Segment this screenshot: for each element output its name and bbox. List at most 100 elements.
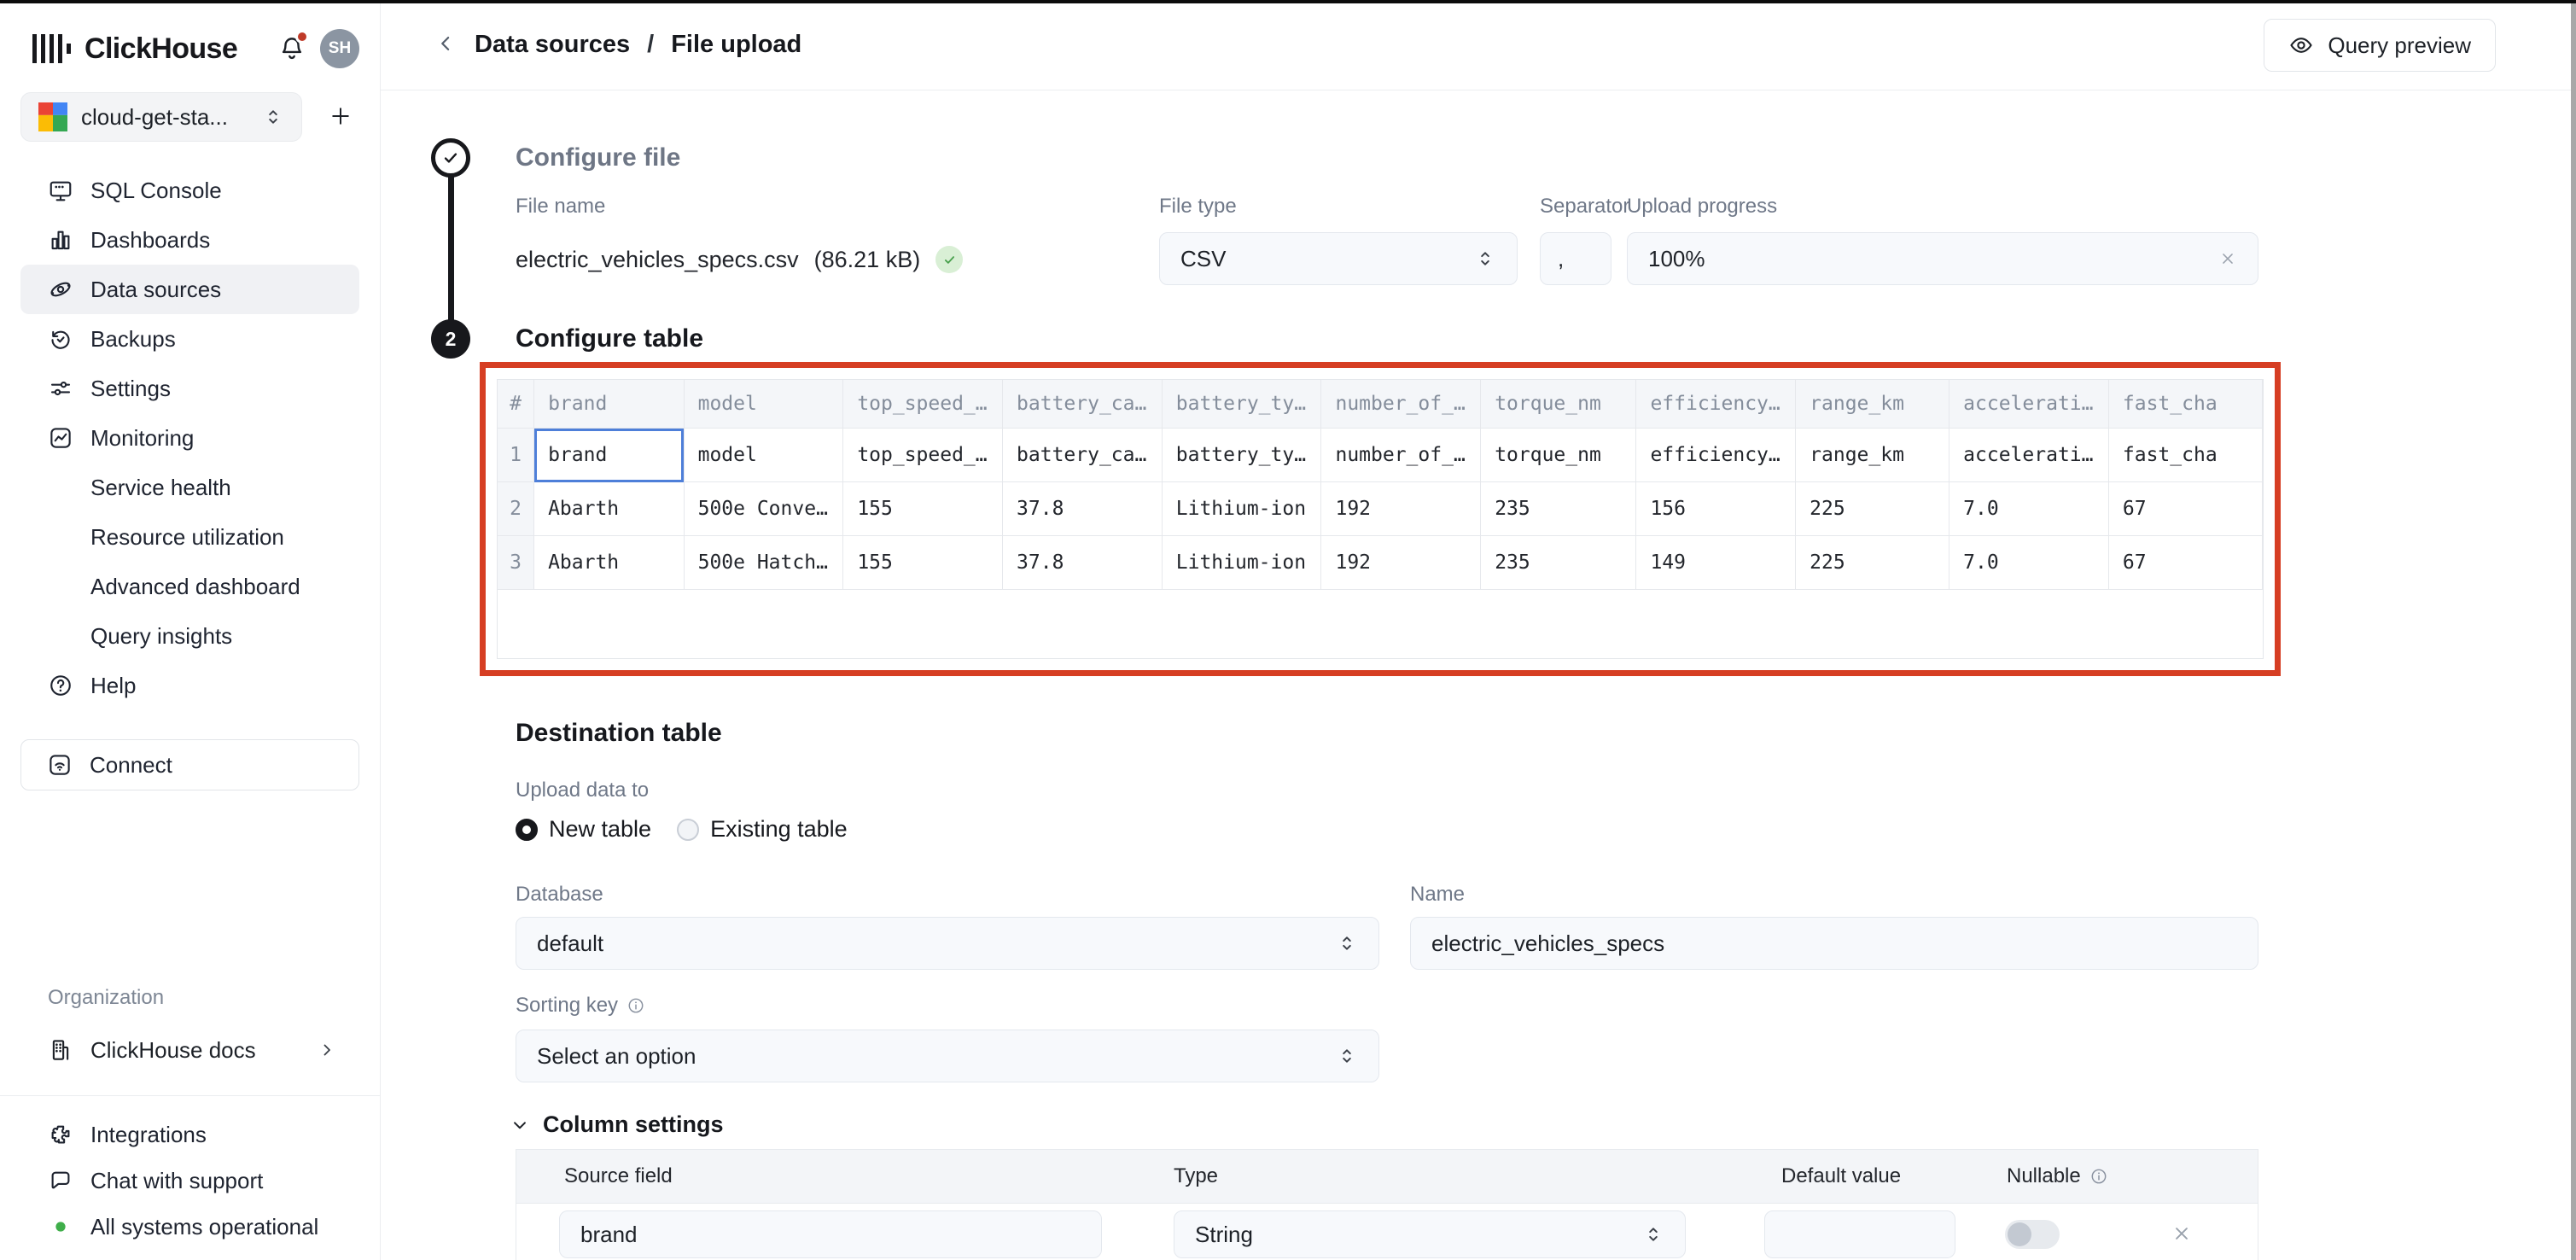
preview-cell[interactable]: fast_cha: [2108, 429, 2262, 482]
preview-cell[interactable]: 37.8: [1003, 536, 1163, 590]
preview-cell[interactable]: 235: [1481, 482, 1636, 536]
preview-cell[interactable]: 500e Hatch…: [684, 536, 843, 590]
sidebar-item-help[interactable]: Help: [20, 661, 359, 710]
brand-name: ClickHouse: [85, 32, 237, 66]
service-switcher[interactable]: cloud-get-sta...: [20, 92, 302, 142]
table-preview-highlight: #brandmodeltop_speed_…battery_ca…battery…: [480, 362, 2281, 676]
preview-cell[interactable]: 7.0: [1949, 536, 2109, 590]
sidebar-item-query-insights[interactable]: Query insights: [20, 611, 359, 661]
sidebar-item-sql-console[interactable]: SQL Console: [20, 166, 359, 215]
preview-cell[interactable]: 225: [1796, 482, 1949, 536]
eye-icon: [2288, 32, 2314, 58]
column-settings-row: brand String: [516, 1204, 2258, 1260]
sidebar-item-monitoring[interactable]: Monitoring: [20, 413, 359, 463]
preview-cell[interactable]: brand: [534, 429, 685, 482]
sidebar-item-dashboards[interactable]: Dashboards: [20, 215, 359, 265]
table-row: 1brandmodeltop_speed_…battery_ca…battery…: [498, 429, 2263, 482]
preview-cell[interactable]: Lithium-ion: [1162, 536, 1321, 590]
preview-cell[interactable]: 155: [843, 482, 1003, 536]
preview-cell[interactable]: Lithium-ion: [1162, 482, 1321, 536]
check-icon: [441, 149, 460, 167]
separator-label: Separator: [1540, 195, 1629, 219]
preview-cell[interactable]: 156: [1636, 482, 1796, 536]
preview-cell[interactable]: battery_ty…: [1162, 429, 1321, 482]
sidebar-item-clickhouse-docs[interactable]: ClickHouse docs: [20, 1025, 359, 1075]
preview-cell[interactable]: 192: [1321, 536, 1481, 590]
sidebar-item-label: Integrations: [90, 1122, 207, 1148]
upload-progress-field[interactable]: 100%: [1627, 232, 2258, 285]
type-select[interactable]: String: [1174, 1210, 1686, 1258]
database-select[interactable]: default: [516, 917, 1379, 970]
preview-cell[interactable]: 225: [1796, 536, 1949, 590]
info-icon[interactable]: [627, 996, 645, 1015]
preview-cell[interactable]: accelerati…: [1949, 429, 2109, 482]
sorting-key-select[interactable]: Select an option: [516, 1030, 1379, 1082]
file-name-value: electric_vehicles_specs.csv: [516, 247, 799, 273]
new-table-radio-label[interactable]: New table: [549, 816, 651, 843]
preview-cell[interactable]: 155: [843, 536, 1003, 590]
avatar[interactable]: SH: [320, 29, 359, 68]
service-switcher-value: cloud-get-sta...: [81, 104, 228, 131]
database-value: default: [537, 930, 603, 957]
connect-button[interactable]: Connect: [20, 739, 359, 790]
back-button[interactable]: [428, 28, 463, 62]
preview-cell[interactable]: battery_ca…: [1003, 429, 1163, 482]
default-value-input[interactable]: [1764, 1210, 1955, 1258]
preview-cell[interactable]: efficiency…: [1636, 429, 1796, 482]
sidebar-item-label: Dashboards: [90, 227, 210, 254]
configure-table-title: Configure table: [516, 323, 703, 355]
column-settings-label: Column settings: [543, 1111, 724, 1138]
preview-cell[interactable]: torque_nm: [1481, 429, 1636, 482]
sidebar-item-advanced-dashboard[interactable]: Advanced dashboard: [20, 562, 359, 611]
preview-cell[interactable]: 67: [2108, 482, 2262, 536]
preview-cell[interactable]: number_of_…: [1321, 429, 1481, 482]
breadcrumb: Data sources / File upload: [475, 31, 801, 59]
preview-cell[interactable]: 67: [2108, 536, 2262, 590]
file-type-select[interactable]: CSV: [1159, 232, 1518, 285]
existing-table-radio[interactable]: [677, 819, 699, 841]
clear-icon[interactable]: [2218, 249, 2237, 268]
breadcrumb-data-sources[interactable]: Data sources: [475, 31, 630, 59]
preview-cell[interactable]: top_speed_…: [843, 429, 1003, 482]
table-name-input[interactable]: electric_vehicles_specs: [1410, 917, 2258, 970]
column-settings-toggle[interactable]: Column settings: [509, 1111, 724, 1138]
nullable-toggle[interactable]: [2005, 1220, 2060, 1249]
sidebar-item-integrations[interactable]: Integrations: [20, 1111, 359, 1158]
separator-input[interactable]: ,: [1540, 232, 1611, 285]
preview-cell[interactable]: 235: [1481, 536, 1636, 590]
preview-cell[interactable]: 192: [1321, 482, 1481, 536]
preview-cell[interactable]: Abarth: [534, 482, 685, 536]
preview-cell[interactable]: range_km: [1796, 429, 1949, 482]
preview-table: #brandmodeltop_speed_…battery_ca…battery…: [498, 380, 2263, 590]
sidebar-item-service-health[interactable]: Service health: [20, 463, 359, 512]
preview-cell[interactable]: 7.0: [1949, 482, 2109, 536]
sidebar-item-all-systems-operational[interactable]: All systems operational: [20, 1204, 359, 1250]
existing-table-radio-label[interactable]: Existing table: [710, 816, 848, 843]
sidebar-item-settings[interactable]: Settings: [20, 364, 359, 413]
query-preview-button[interactable]: Query preview: [2264, 19, 2496, 72]
preview-cell[interactable]: 149: [1636, 536, 1796, 590]
info-icon[interactable]: [2089, 1167, 2108, 1186]
sidebar-item-data-sources[interactable]: Data sources: [20, 265, 359, 314]
sidebar-item-resource-utilization[interactable]: Resource utilization: [20, 512, 359, 562]
new-table-radio[interactable]: [516, 819, 538, 841]
sidebar-item-backups[interactable]: Backups: [20, 314, 359, 364]
remove-column-icon[interactable]: [2171, 1222, 2193, 1245]
notifications-bell-icon[interactable]: [277, 34, 306, 63]
orbit-icon: [48, 277, 73, 302]
chevron-left-icon: [433, 31, 458, 56]
upload-progress-label: Upload progress: [1627, 195, 1777, 219]
preview-col-header: top_speed_…: [843, 380, 1003, 429]
preview-cell[interactable]: model: [684, 429, 843, 482]
chevron-up-down-icon: [1336, 1045, 1358, 1067]
query-preview-label: Query preview: [2328, 32, 2471, 59]
preview-cell[interactable]: Abarth: [534, 536, 685, 590]
sidebar-item-chat-with-support[interactable]: Chat with support: [20, 1158, 359, 1204]
preview-cell[interactable]: 37.8: [1003, 482, 1163, 536]
sidebar-item-label: SQL Console: [90, 178, 222, 204]
add-service-button[interactable]: [322, 98, 359, 136]
table-row: 2Abarth500e Conve…15537.8Lithium-ion1922…: [498, 482, 2263, 536]
sidebar-nav: SQL Console Dashboards Data sourcesBackups…: [0, 166, 380, 710]
preview-cell[interactable]: 500e Conve…: [684, 482, 843, 536]
source-field-input[interactable]: brand: [559, 1210, 1102, 1258]
